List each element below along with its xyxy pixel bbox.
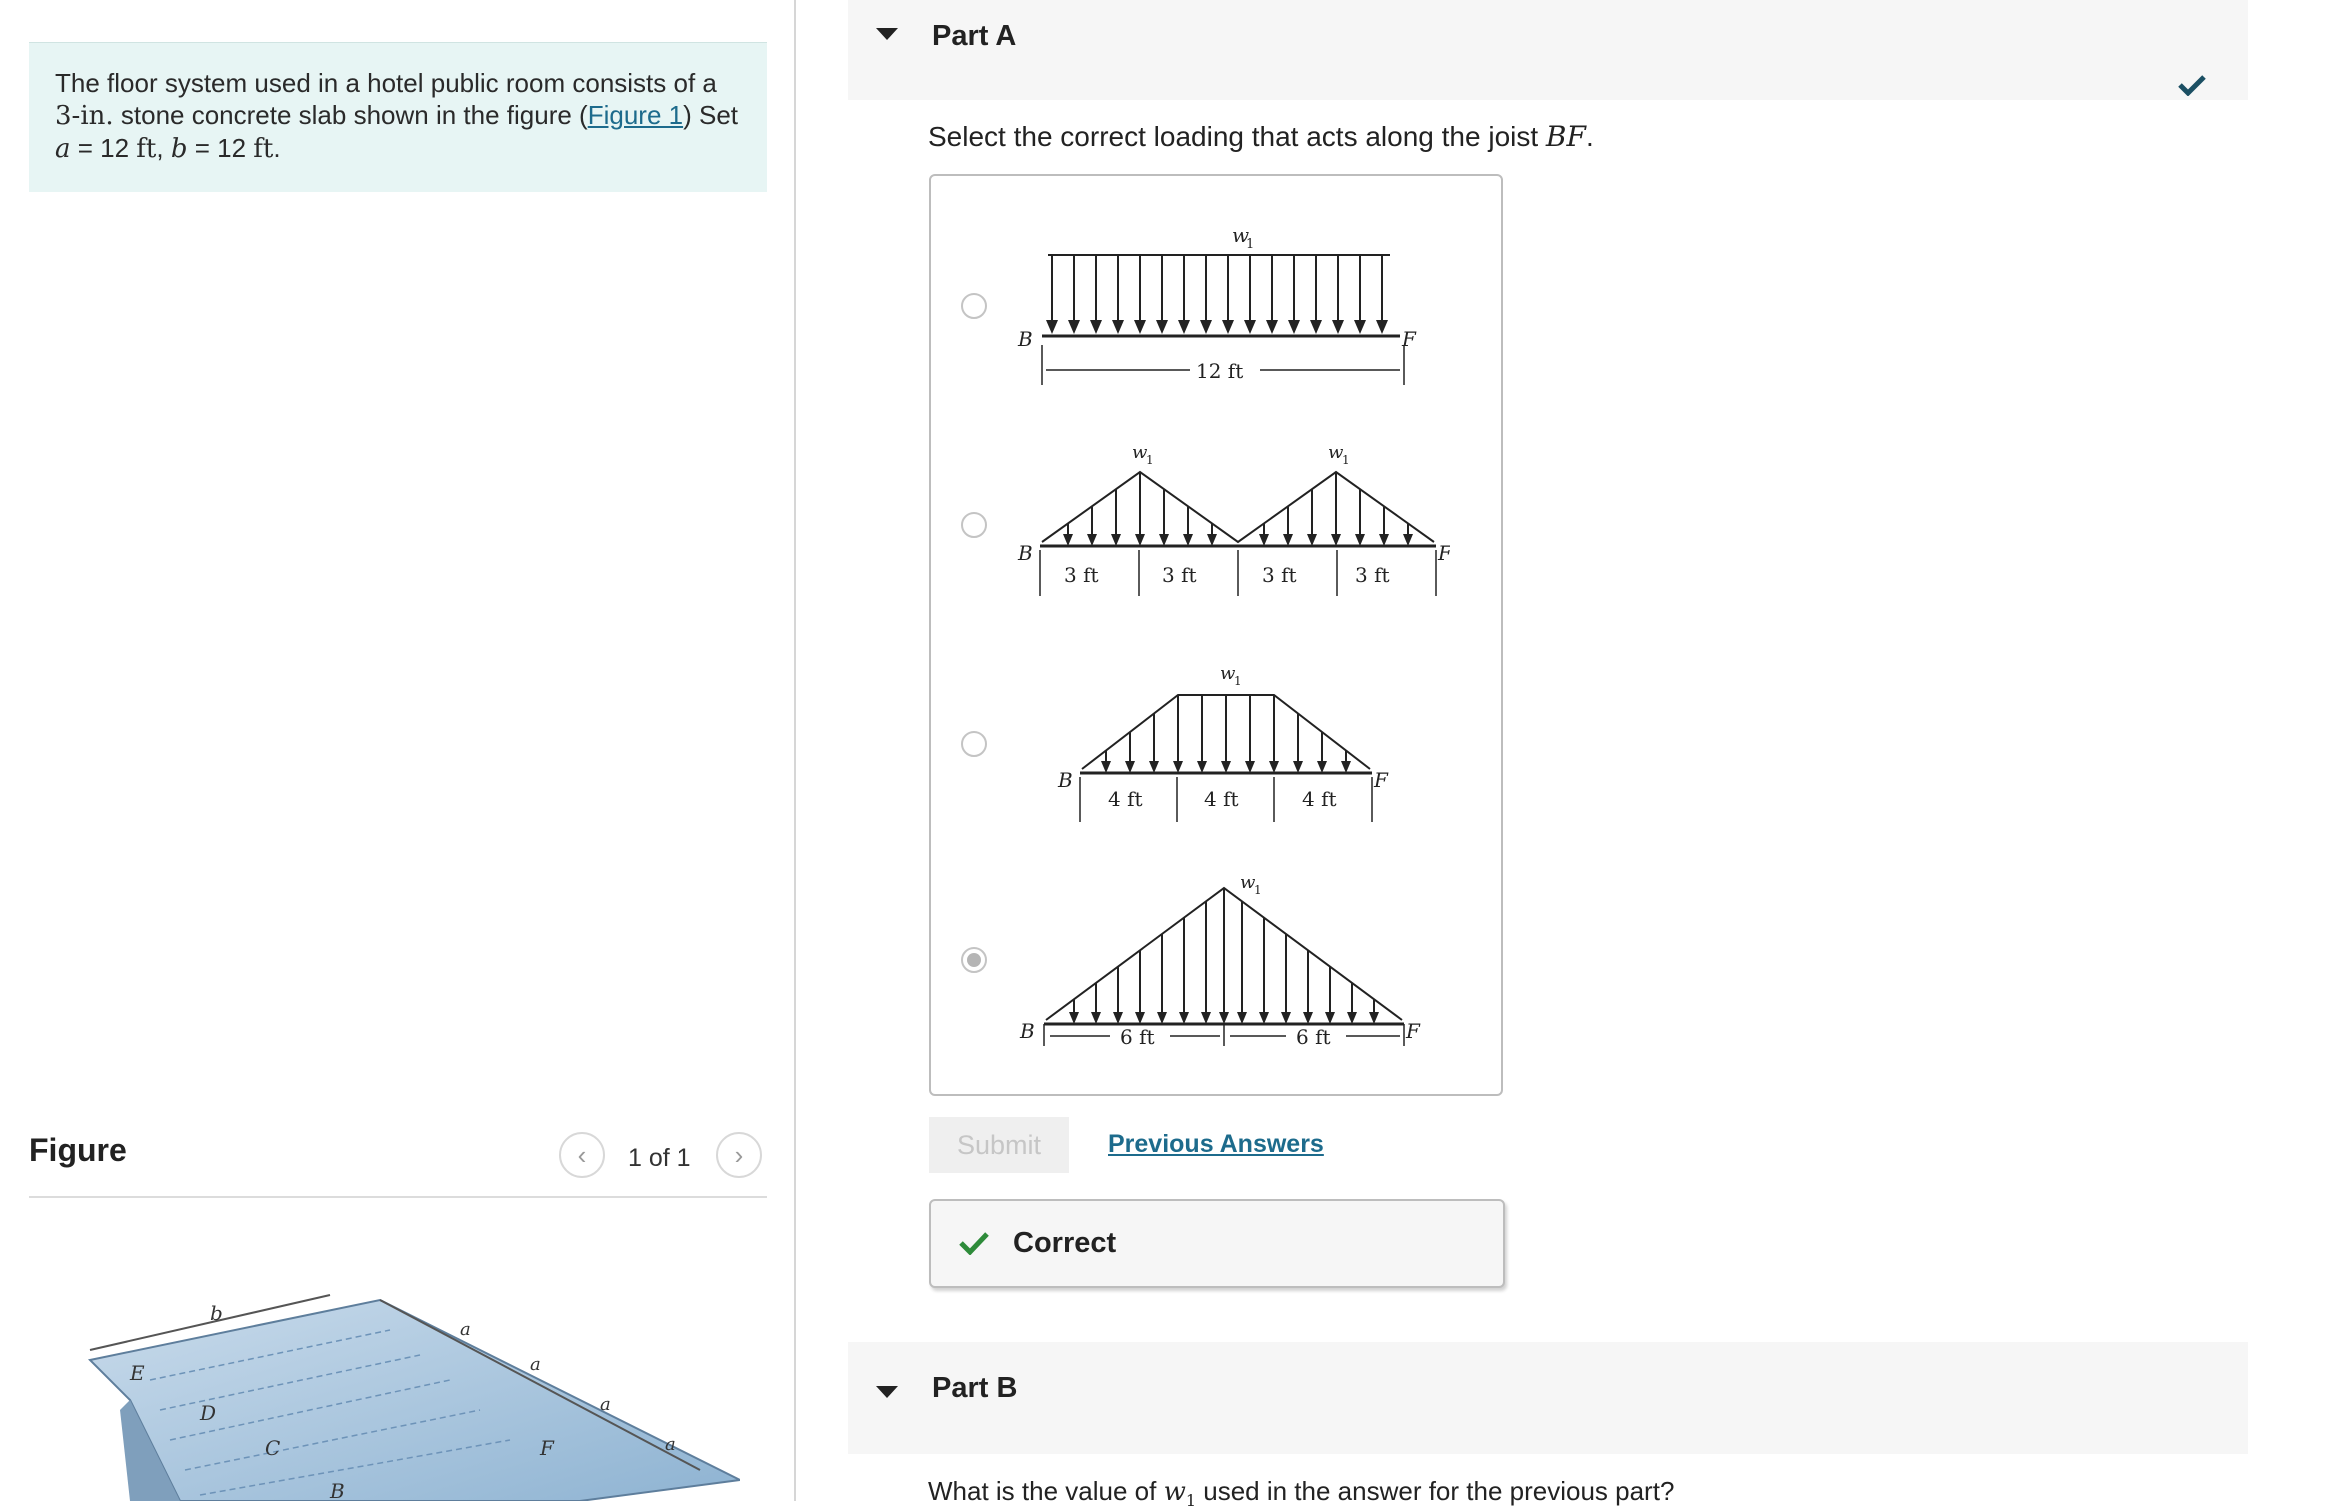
part-a-title: Part A — [932, 20, 1017, 52]
var-b: b — [170, 134, 188, 164]
unit-ft-b: ft — [253, 134, 274, 164]
fig-label-a4: a — [665, 1434, 676, 1455]
question-text: Select the correct loading that acts alo… — [928, 121, 1546, 152]
load-outline — [1041, 470, 1435, 544]
chevron-right-icon: › — [734, 1139, 744, 1170]
chevron-left-icon: ‹ — [577, 1139, 587, 1170]
dim-3ft-4: 3 ft — [1355, 563, 1390, 587]
dim-4ft-1: 4 ft — [1108, 787, 1143, 811]
dim-3ft-2: 3 ft — [1162, 563, 1197, 587]
dimension — [1043, 1024, 1405, 1046]
option-3-diagram[interactable]: w 1 B F 4 ft 4 ft 4 ft — [1050, 657, 1410, 827]
fig-label-B: B — [329, 1479, 345, 1501]
problem-text-3: ) Set — [683, 100, 739, 130]
period: . — [273, 133, 281, 163]
fig-label-b: b — [210, 1301, 223, 1325]
option-2-radio[interactable] — [961, 512, 987, 538]
dim-6ft-2: 6 ft — [1296, 1025, 1331, 1049]
part-b-header[interactable]: Part B — [848, 1342, 2248, 1454]
unit-ft-a: ft — [136, 134, 157, 164]
feedback-correct: Correct — [929, 1199, 1505, 1288]
arrow-heads — [1063, 534, 1413, 546]
fig-label-F: F — [539, 1436, 555, 1460]
figure-counter: 1 of 1 — [628, 1144, 691, 1172]
question-end: used in the answer for the previous part… — [1196, 1476, 1675, 1506]
dim-6ft-1: 6 ft — [1120, 1025, 1155, 1049]
fig-label-a1: a — [460, 1319, 471, 1340]
arrow-heads — [1069, 1012, 1379, 1024]
fig-label-a2: a — [530, 1354, 541, 1375]
end-B: B — [1019, 1019, 1035, 1043]
slab-shape — [87, 1298, 740, 1501]
problem-text: The floor system used in a hotel public … — [55, 68, 717, 98]
correct-check-icon — [959, 1232, 989, 1255]
feedback-text: Correct — [1013, 1227, 1117, 1259]
w-var: w — [1163, 1477, 1186, 1507]
joist-var: BF — [1545, 120, 1586, 153]
w-sub-1: 1 — [1146, 453, 1154, 467]
dim-4ft-2: 4 ft — [1204, 787, 1239, 811]
problem-statement: The floor system used in a hotel public … — [29, 42, 767, 192]
dim-3ft-1: 3 ft — [1064, 563, 1099, 587]
option-4-diagram[interactable]: w 1 B F 6 ft 6 ft — [1010, 866, 1430, 1066]
w-sub: 1 — [1246, 237, 1254, 252]
load-arrows — [1067, 472, 1409, 542]
option-1-radio[interactable] — [961, 293, 987, 319]
figure-link[interactable]: Figure 1 — [588, 100, 683, 130]
dim-12ft: 12 ft — [1196, 359, 1243, 383]
option-3-radio[interactable] — [961, 731, 987, 757]
part-b-question: What is the value of w1 used in the answ… — [928, 1476, 1674, 1510]
arrow-heads — [1046, 320, 1388, 334]
dim-3ft-3: 3 ft — [1262, 563, 1297, 587]
option-4-radio[interactable] — [961, 947, 987, 973]
fig-label-C: C — [265, 1436, 280, 1460]
fig-label-a3: a — [600, 1394, 611, 1415]
figure-title: Figure — [29, 1132, 127, 1168]
figure-next-button[interactable]: › — [716, 1132, 762, 1178]
part-b-title: Part B — [932, 1372, 1018, 1404]
figure-divider — [29, 1196, 767, 1198]
slab-thickness: 3-in. — [55, 101, 114, 131]
w-sub-2: 1 — [1342, 453, 1350, 467]
end-F: F — [1437, 541, 1450, 565]
option-2-diagram[interactable]: w 1 w 1 B F 3 ft 3 ft 3 ft 3 ft — [1010, 438, 1450, 608]
load-arrows — [1073, 888, 1375, 1020]
arrow-heads — [1101, 761, 1351, 773]
w-sub: 1 — [1234, 674, 1242, 688]
end-F: F — [1405, 1019, 1421, 1043]
caret-down-icon[interactable] — [876, 28, 898, 40]
question-text: What is the value of — [928, 1476, 1164, 1506]
option-1-diagram[interactable]: w 1 B F 12 ft — [1010, 220, 1430, 395]
previous-answers-link[interactable]: Previous Answers — [1108, 1130, 1324, 1159]
w-sub: 1 — [1254, 883, 1262, 897]
problem-text-2: stone concrete slab shown in the figure … — [113, 100, 588, 130]
end-B: B — [1017, 327, 1033, 351]
column-divider — [794, 0, 796, 1501]
comma: , — [156, 133, 171, 163]
figure-prev-button[interactable]: ‹ — [559, 1132, 605, 1178]
end-F: F — [1373, 768, 1389, 792]
part-a-question: Select the correct loading that acts alo… — [928, 120, 1594, 153]
caret-down-icon[interactable] — [876, 1386, 898, 1398]
part-a-header[interactable]: Part A — [848, 0, 2248, 100]
fig-label-E: E — [129, 1361, 145, 1385]
eq-a: = 12 — [70, 133, 137, 163]
floor-system-figure: b a a a a E D C F B — [87, 1294, 740, 1501]
fig-label-D: D — [199, 1401, 216, 1425]
var-a: a — [55, 134, 71, 164]
submit-button[interactable]: Submit — [929, 1117, 1069, 1173]
end-B: B — [1017, 541, 1033, 565]
end-B: B — [1057, 768, 1073, 792]
dim-4ft-3: 4 ft — [1302, 787, 1337, 811]
completed-check-icon — [2178, 75, 2206, 96]
eq-b: = 12 — [187, 133, 254, 163]
load-arrows — [1105, 695, 1347, 769]
question-end: . — [1585, 121, 1594, 152]
load-arrows — [1051, 255, 1383, 328]
